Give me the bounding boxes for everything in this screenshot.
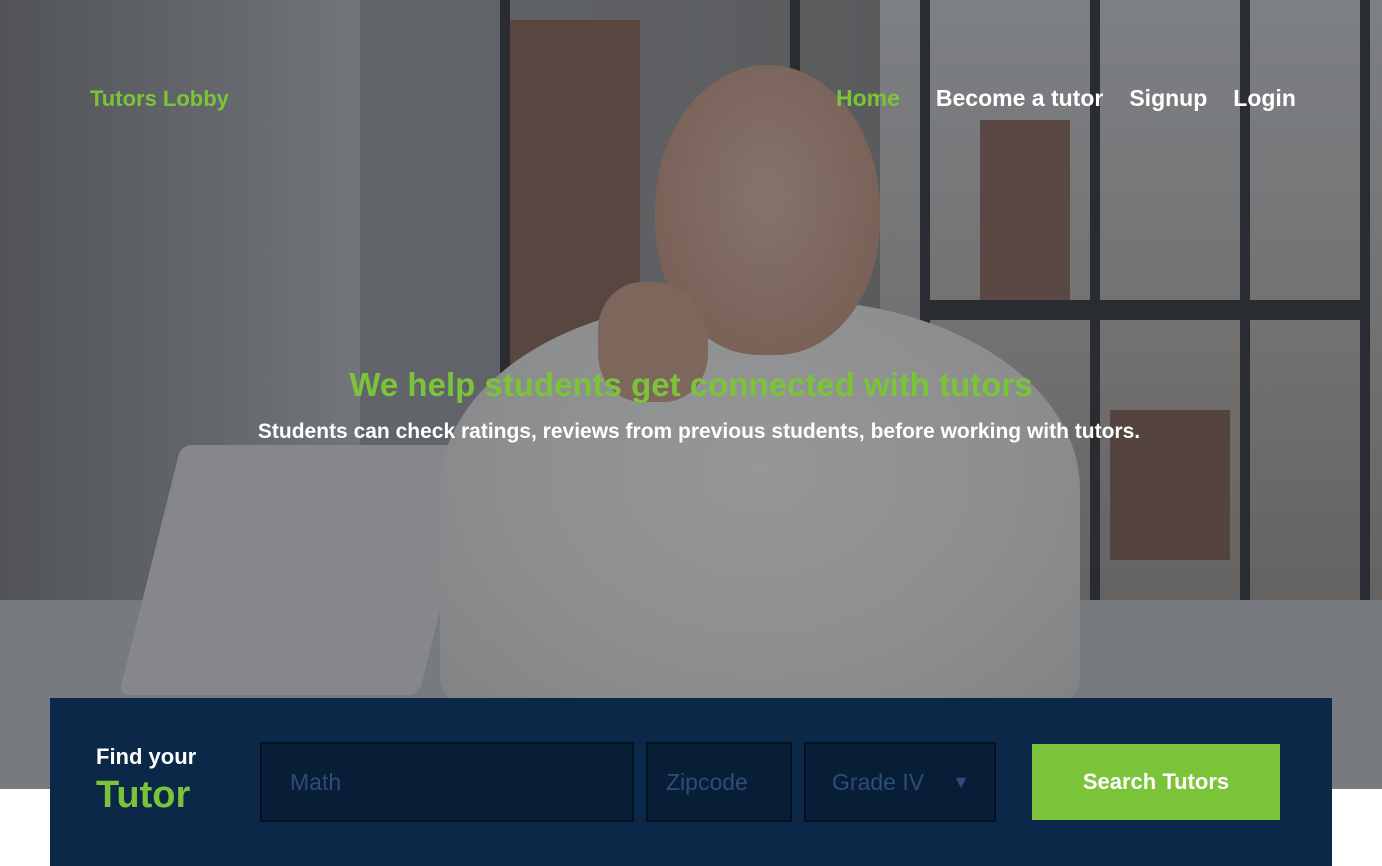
search-panel: Find your Tutor Math Zipcode Grade IV ▼ … — [50, 698, 1332, 866]
zipcode-placeholder: Zipcode — [666, 768, 748, 795]
hero-subline: Students can check ratings, reviews from… — [257, 420, 1141, 443]
hero-headline: We help students get connected with tuto… — [349, 366, 1033, 403]
brand-logo[interactable]: Tutors Lobby — [90, 86, 229, 112]
subject-input[interactable]: Math — [260, 742, 634, 822]
find-your-label: Find your — [96, 744, 197, 769]
main-nav: Home Become a tutor Signup Login — [836, 85, 1296, 112]
nav-item-become-a-tutor[interactable]: Become a tutor — [936, 85, 1103, 112]
nav-item-home[interactable]: Home — [836, 85, 900, 112]
nav-item-signup[interactable]: Signup — [1129, 85, 1207, 112]
search-tutors-button[interactable]: Search Tutors — [1032, 744, 1280, 820]
subject-placeholder: Math — [290, 768, 342, 795]
grade-select-value: Grade IV — [832, 768, 925, 795]
find-tutor-label: Tutor — [96, 774, 191, 816]
nav-item-login[interactable]: Login — [1233, 85, 1296, 112]
caret-down-icon: ▼ — [952, 772, 970, 792]
grade-select[interactable]: Grade IV ▼ — [804, 742, 996, 822]
zipcode-input[interactable]: Zipcode — [646, 742, 792, 822]
